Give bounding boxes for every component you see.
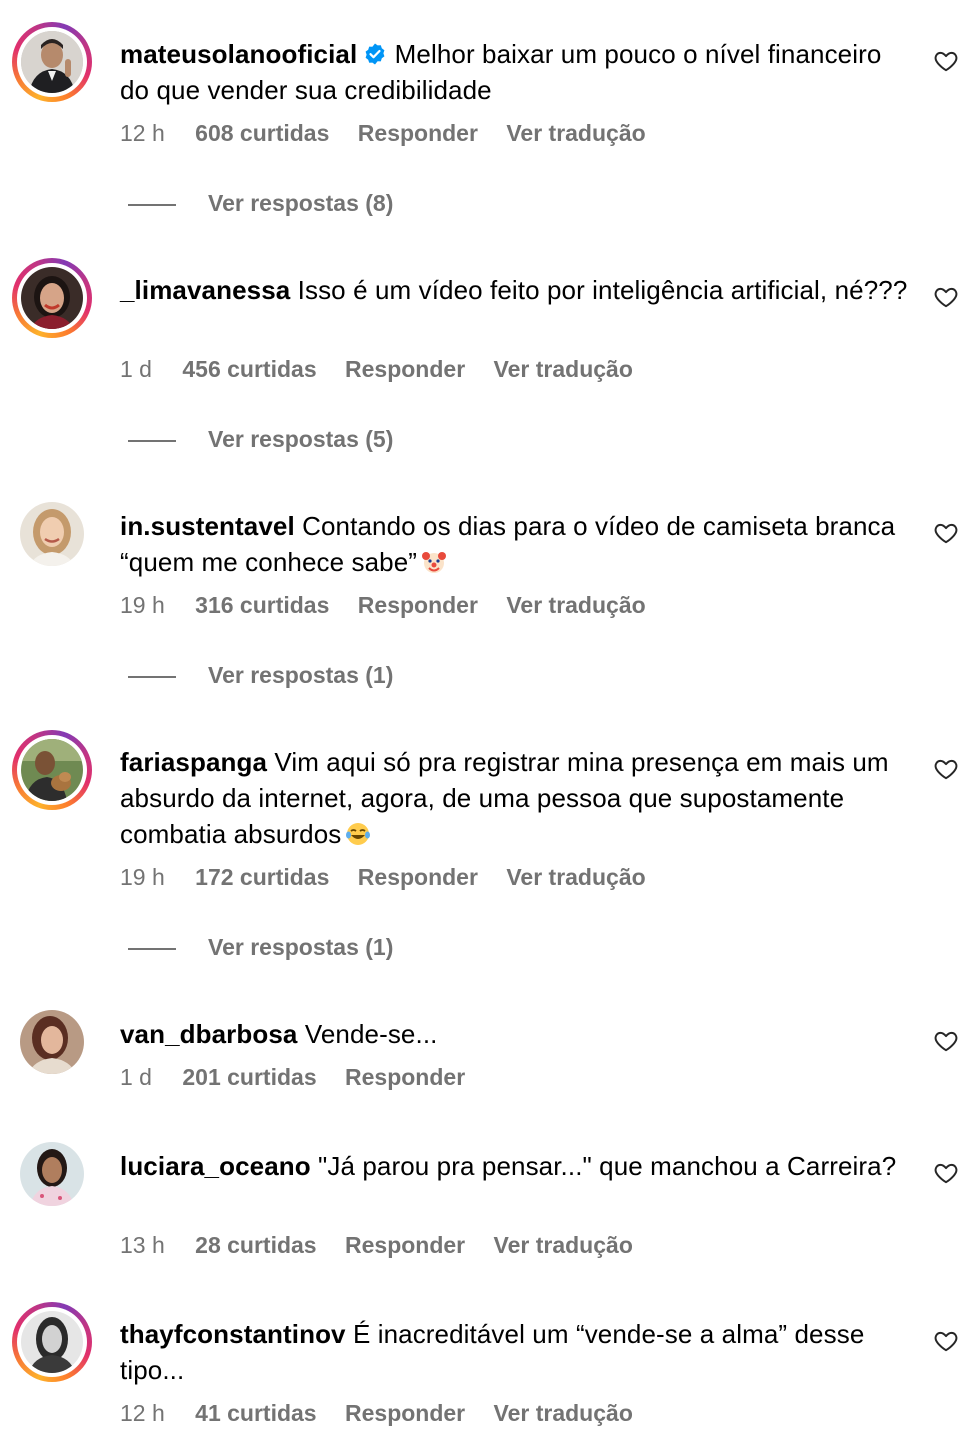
comment-username[interactable]: mateusolanooficial [120, 39, 357, 69]
avatar[interactable] [12, 258, 92, 338]
comment-time: 19 h [120, 592, 165, 618]
comment-time: 19 h [120, 864, 165, 890]
avatar[interactable] [12, 1134, 92, 1214]
comment-body: "Já parou pra pensar..." que manchou a C… [318, 1151, 897, 1181]
translate-button[interactable]: Ver tradução [506, 120, 645, 146]
like-count[interactable]: 456 curtidas [182, 356, 316, 382]
comment-username[interactable]: fariaspanga [120, 747, 267, 777]
comment-text-block: fariaspanga Vim aqui só pra registrar mi… [120, 744, 910, 852]
comment-meta: 19 h 172 curtidas Responder Ver tradução [120, 864, 668, 891]
profile-photo [21, 267, 83, 329]
like-count[interactable]: 201 curtidas [182, 1064, 316, 1090]
view-replies-label: Ver respostas (1) [208, 662, 394, 688]
reply-button[interactable]: Responder [358, 864, 478, 890]
avatar[interactable] [12, 1002, 92, 1082]
replies-divider [128, 676, 176, 678]
like-count[interactable]: 608 curtidas [195, 120, 329, 146]
reply-button[interactable]: Responder [345, 356, 465, 382]
heart-icon[interactable] [933, 48, 959, 74]
comment-text-block: mateusolanooficial Melhor baixar um pouc… [120, 36, 910, 108]
comment-time: 1 d [120, 1064, 152, 1090]
heart-icon[interactable] [933, 1160, 959, 1186]
comment-time: 1 d [120, 356, 152, 382]
profile-photo [21, 1311, 83, 1373]
replies-divider [128, 204, 176, 206]
comment-body: Vende-se... [304, 1019, 438, 1049]
reply-button[interactable]: Responder [345, 1232, 465, 1258]
translate-button[interactable]: Ver tradução [506, 864, 645, 890]
avatar[interactable] [12, 22, 92, 102]
heart-icon[interactable] [933, 1028, 959, 1054]
view-replies-label: Ver respostas (1) [208, 934, 394, 960]
comment-meta: 12 h 608 curtidas Responder Ver tradução [120, 120, 668, 147]
like-count[interactable]: 172 curtidas [195, 864, 329, 890]
comment-text-block: luciara_oceano "Já parou pra pensar..." … [120, 1148, 910, 1184]
translate-button[interactable]: Ver tradução [494, 356, 633, 382]
comment-meta: 12 h 41 curtidas Responder Ver tradução [120, 1400, 655, 1427]
comment-text-block: _limavanessa Isso é um vídeo feito por i… [120, 272, 910, 308]
view-replies-label: Ver respostas (8) [208, 190, 394, 216]
reply-button[interactable]: Responder [358, 120, 478, 146]
comment-username[interactable]: luciara_oceano [120, 1151, 311, 1181]
like-count[interactable]: 41 curtidas [195, 1400, 316, 1426]
comment-meta: 1 d 201 curtidas Responder [120, 1064, 487, 1091]
comment-meta: 13 h 28 curtidas Responder Ver tradução [120, 1232, 655, 1259]
replies-divider [128, 948, 176, 950]
avatar[interactable] [12, 494, 92, 574]
verified-badge-icon [363, 39, 387, 65]
view-replies-label: Ver respostas (5) [208, 426, 394, 452]
replies-divider [128, 440, 176, 442]
heart-icon[interactable] [933, 756, 959, 782]
comment-text-block: van_dbarbosa Vende-se... [120, 1016, 910, 1052]
like-count[interactable]: 28 curtidas [195, 1232, 316, 1258]
comment-username[interactable]: thayfconstantinov [120, 1319, 346, 1349]
reply-button[interactable]: Responder [358, 592, 478, 618]
profile-photo [21, 31, 83, 93]
reply-button[interactable]: Responder [345, 1400, 465, 1426]
translate-button[interactable]: Ver tradução [494, 1400, 633, 1426]
translate-button[interactable]: Ver tradução [494, 1232, 633, 1258]
profile-photo [20, 502, 84, 566]
profile-photo [21, 739, 83, 801]
comment-body: Isso é um vídeo feito por inteligência a… [297, 275, 908, 305]
laughing-tears-emoji [345, 820, 371, 846]
comment-meta: 19 h 316 curtidas Responder Ver tradução [120, 592, 668, 619]
comment-username[interactable]: _limavanessa [120, 275, 290, 305]
heart-icon[interactable] [933, 284, 959, 310]
like-count[interactable]: 316 curtidas [195, 592, 329, 618]
comment-time: 12 h [120, 120, 165, 146]
comment-meta: 1 d 456 curtidas Responder Ver tradução [120, 356, 655, 383]
translate-button[interactable]: Ver tradução [506, 592, 645, 618]
heart-icon[interactable] [933, 520, 959, 546]
heart-icon[interactable] [933, 1328, 959, 1354]
comment-text-block: in.sustentavel Contando os dias para o v… [120, 508, 910, 580]
comment-time: 12 h [120, 1400, 165, 1426]
comment-username[interactable]: van_dbarbosa [120, 1019, 298, 1049]
comment-time: 13 h [120, 1232, 165, 1258]
comment-text-block: thayfconstantinov É inacreditável um “ve… [120, 1316, 910, 1388]
avatar[interactable] [12, 1302, 92, 1382]
clown-face-emoji [421, 548, 447, 574]
reply-button[interactable]: Responder [345, 1064, 465, 1090]
profile-photo [20, 1010, 84, 1074]
profile-photo [20, 1142, 84, 1206]
comment-username[interactable]: in.sustentavel [120, 511, 295, 541]
avatar[interactable] [12, 730, 92, 810]
